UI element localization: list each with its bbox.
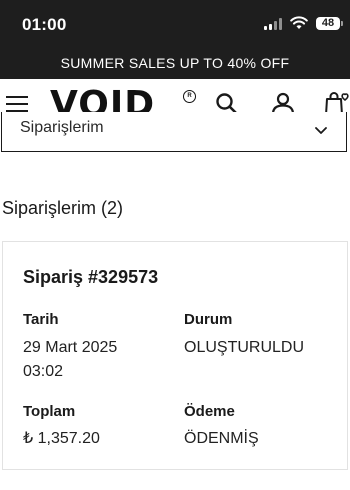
- date-label: Tarih: [23, 311, 59, 328]
- order-card[interactable]: Sipariş #329573 Tarih 29 Mart 2025 03:02…: [2, 241, 348, 470]
- payment-label: Ödeme: [184, 403, 235, 420]
- payment-value: ÖDENMİŞ: [184, 430, 259, 447]
- promo-banner[interactable]: SUMMER SALES UP TO 40% OFF: [0, 48, 350, 79]
- time-value: 03:02: [23, 363, 64, 380]
- status-value: OLUŞTURULDU: [184, 339, 305, 356]
- date-value: 29 Mart 2025: [23, 339, 118, 356]
- orders-section-title: Siparişlerim (2): [2, 198, 124, 218]
- dropdown-selected-value: Siparişlerim: [20, 119, 104, 136]
- status-time: 01:00: [22, 15, 67, 34]
- orders-filter-dropdown[interactable]: Siparişlerim: [1, 112, 347, 152]
- total-value: ₺ 1,357.20: [23, 430, 100, 447]
- battery-icon: 48: [316, 17, 343, 30]
- status-bar: 01:00 48: [0, 0, 350, 48]
- status-label: Durum: [184, 311, 233, 328]
- wifi-icon: [290, 16, 308, 29]
- chevron-down-icon: [315, 127, 327, 134]
- order-number[interactable]: Sipariş #329573: [23, 267, 158, 288]
- signal-icon: [264, 18, 284, 30]
- total-label: Toplam: [23, 403, 76, 420]
